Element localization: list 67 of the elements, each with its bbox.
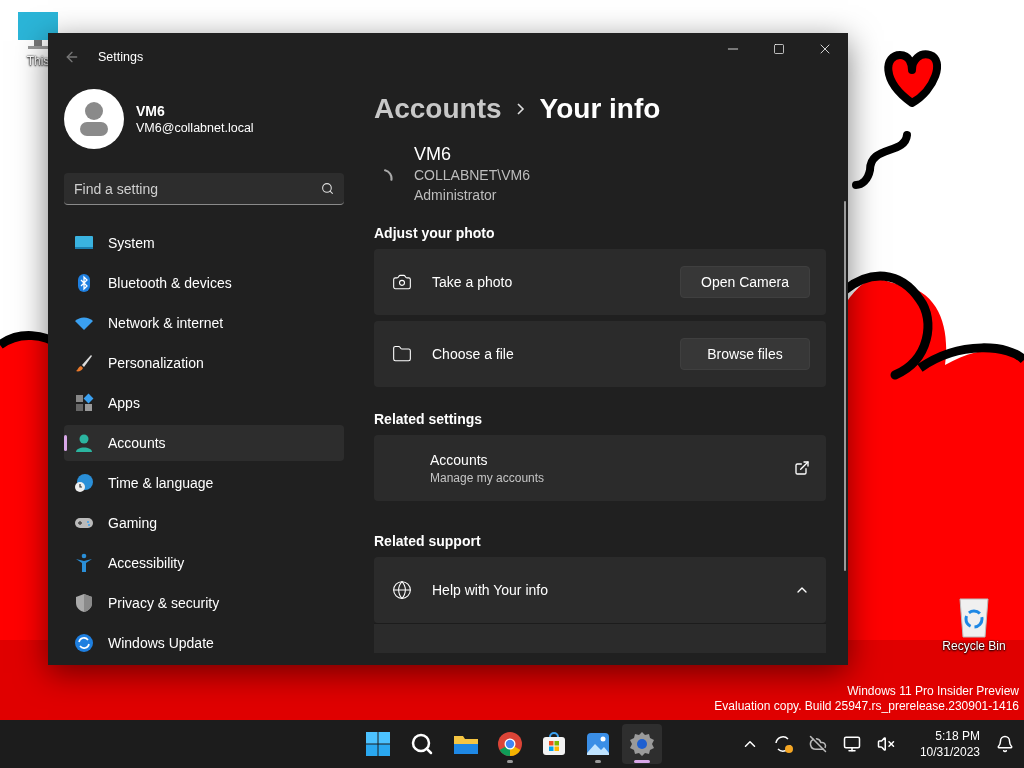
avatar	[64, 89, 124, 149]
nav-item[interactable]: Network & internet	[64, 305, 344, 341]
nav-item[interactable]: Time & language	[64, 465, 344, 501]
profile-email: VM6@collabnet.local	[136, 121, 254, 135]
search-field[interactable]: Find a setting	[64, 173, 344, 205]
action-button[interactable]: Open Camera	[680, 266, 810, 298]
gear-icon	[629, 731, 655, 757]
search-icon	[321, 182, 334, 195]
person-icon	[74, 433, 94, 453]
nav-item[interactable]: Bluetooth & devices	[64, 265, 344, 301]
account-role: Administrator	[414, 186, 498, 205]
profile-name: VM6	[136, 103, 166, 119]
card-label: Choose a file	[432, 346, 515, 362]
nav-item[interactable]: Accounts	[64, 425, 344, 461]
back-icon[interactable]	[64, 49, 80, 65]
notification-icon[interactable]	[996, 735, 1014, 753]
account-name: COLLABNET\VM6	[414, 166, 530, 185]
nav-item[interactable]: Privacy & security	[64, 585, 344, 621]
clock[interactable]: 5:18 PM 10/31/2023	[919, 728, 980, 760]
nav-item[interactable]: Windows Update	[64, 625, 344, 661]
action-button[interactable]: Browse files	[680, 338, 810, 370]
maximize-icon[interactable]	[773, 43, 785, 55]
globe-icon	[392, 580, 412, 600]
cloud-off-icon[interactable]	[808, 735, 827, 753]
breadcrumb-item[interactable]: Accounts	[374, 93, 502, 125]
card-label: Help with Your info	[432, 582, 549, 598]
sync-icon	[74, 633, 94, 653]
photo-icon	[585, 731, 611, 757]
nav-item[interactable]: Accessibility	[64, 545, 344, 581]
desktop-icon-label[interactable]: This	[26, 54, 50, 68]
nav-item[interactable]: Gaming	[64, 505, 344, 541]
section-heading: Adjust your photo	[374, 225, 496, 241]
link-card[interactable]: Accounts Manage my accounts	[374, 435, 826, 501]
apps-icon	[74, 393, 94, 413]
windows-logo-icon	[365, 731, 391, 757]
nav-item[interactable]: Personalization	[64, 345, 344, 381]
accessibility-icon	[74, 553, 94, 573]
folder-icon	[392, 344, 412, 364]
browser-icon	[497, 731, 523, 757]
card-label: Take a photo	[432, 274, 514, 290]
expander-card[interactable]: Help with Your info	[374, 557, 826, 623]
nav-item[interactable]: System	[64, 225, 344, 261]
chevron-right-icon	[515, 102, 526, 116]
sync-icon[interactable]	[772, 734, 795, 754]
camera-icon	[392, 272, 412, 292]
shopping-bag-icon	[541, 731, 567, 757]
watermark-text: Evaluation copy. Build 25947.rs_prerelease.230901-1416	[714, 699, 1019, 714]
desktop-icon-label[interactable]: Recycle Bin	[942, 639, 1006, 653]
scrollbar[interactable]	[844, 201, 846, 571]
shield-icon	[74, 593, 94, 613]
card-title: Accounts	[430, 451, 489, 468]
monitor-icon[interactable]	[842, 735, 861, 753]
user-name: VM6	[414, 143, 452, 165]
brush-icon	[74, 353, 94, 373]
mute-icon[interactable]	[876, 735, 895, 753]
taskbar-app[interactable]	[622, 724, 662, 764]
section-heading: Related support	[374, 533, 482, 549]
window-title: Settings	[98, 50, 144, 64]
globe-clock-icon	[74, 473, 94, 493]
breadcrumb-item: Your info	[539, 93, 661, 125]
loading-spinner-icon	[384, 169, 393, 181]
external-link-icon	[794, 460, 810, 476]
card-subtitle: Manage my accounts	[430, 470, 546, 485]
search-icon	[410, 732, 434, 756]
section-heading: Related settings	[374, 411, 484, 427]
nav-item[interactable]: Apps	[64, 385, 344, 421]
watermark-text: Windows 11 Pro Insider Preview	[847, 684, 1019, 699]
